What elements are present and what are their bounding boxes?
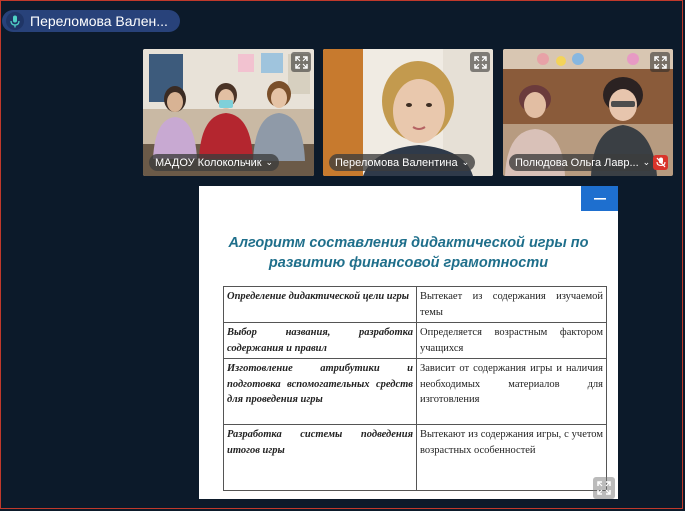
expand-icon	[653, 55, 667, 69]
video-tile-madou[interactable]: МАДОУ Колокольчик ⌄	[143, 49, 314, 176]
microphone-icon	[6, 12, 24, 30]
participant-name-label[interactable]: Переломова Валентина ⌄	[329, 154, 476, 171]
table-cell-note: Определяется возрастным фактором учащихс…	[416, 322, 607, 359]
table-cell-note: Зависит от содержания игры и наличия нео…	[416, 358, 607, 425]
chevron-down-icon: ⌄	[642, 157, 651, 167]
expand-video-button[interactable]	[291, 52, 311, 72]
expand-icon	[473, 55, 487, 69]
slide-title-line: Алгоритм составления дидактической игры …	[228, 235, 589, 251]
participant-name: Полюдова Ольга Лавр...	[515, 156, 639, 169]
video-tile-perelomova[interactable]: Переломова Валентина ⌄	[323, 49, 493, 176]
table-cell-step: Изготовление атрибутики и подготовка всп…	[223, 358, 417, 425]
algorithm-table: Определение дидактической цели игры Выте…	[223, 286, 607, 491]
expand-video-button[interactable]	[650, 52, 670, 72]
table-cell-step: Выбор названия, разработка содержания и …	[223, 322, 417, 359]
table-cell-note: Вытекает из содержания изучаемой темы	[416, 286, 607, 323]
table-cell-step: Разработка системы подведения итогов игр…	[223, 424, 417, 491]
table-row: Разработка системы подведения итогов игр…	[223, 424, 607, 491]
table-row: Изготовление атрибутики и подготовка всп…	[223, 358, 607, 425]
table-row: Выбор названия, разработка содержания и …	[223, 322, 607, 359]
video-tile-polyudova[interactable]: Полюдова Ольга Лавр... ⌄	[503, 49, 673, 176]
table-row: Определение дидактической цели игры Выте…	[223, 286, 607, 323]
expand-icon	[597, 481, 611, 495]
shared-screen[interactable]: Алгоритм составления дидактической игры …	[199, 186, 618, 499]
minimize-icon	[593, 197, 606, 200]
expand-icon	[294, 55, 308, 69]
participant-name: МАДОУ Колокольчик	[155, 156, 262, 169]
fullscreen-share-button[interactable]	[593, 477, 615, 499]
active-speaker-name: Переломова Вален...	[30, 13, 168, 29]
slide-title-line: развитию финансовой грамотности	[268, 255, 549, 271]
participant-name-label[interactable]: Полюдова Ольга Лавр... ⌄	[509, 154, 657, 171]
table-cell-note: Вытекают из содержания игры, с учетом во…	[416, 424, 607, 491]
expand-video-button[interactable]	[470, 52, 490, 72]
participant-name-label[interactable]: МАДОУ Колокольчик ⌄	[149, 154, 280, 171]
chevron-down-icon: ⌄	[265, 157, 274, 167]
table-cell-step: Определение дидактической цели игры	[223, 286, 417, 323]
participant-name: Переломова Валентина	[335, 156, 458, 169]
active-speaker-indicator[interactable]: Переломова Вален...	[2, 10, 180, 32]
minimize-share-button[interactable]	[581, 186, 618, 211]
slide-title: Алгоритм составления дидактической игры …	[199, 233, 618, 273]
chevron-down-icon: ⌄	[461, 157, 470, 167]
microphone-muted-icon	[653, 155, 668, 170]
